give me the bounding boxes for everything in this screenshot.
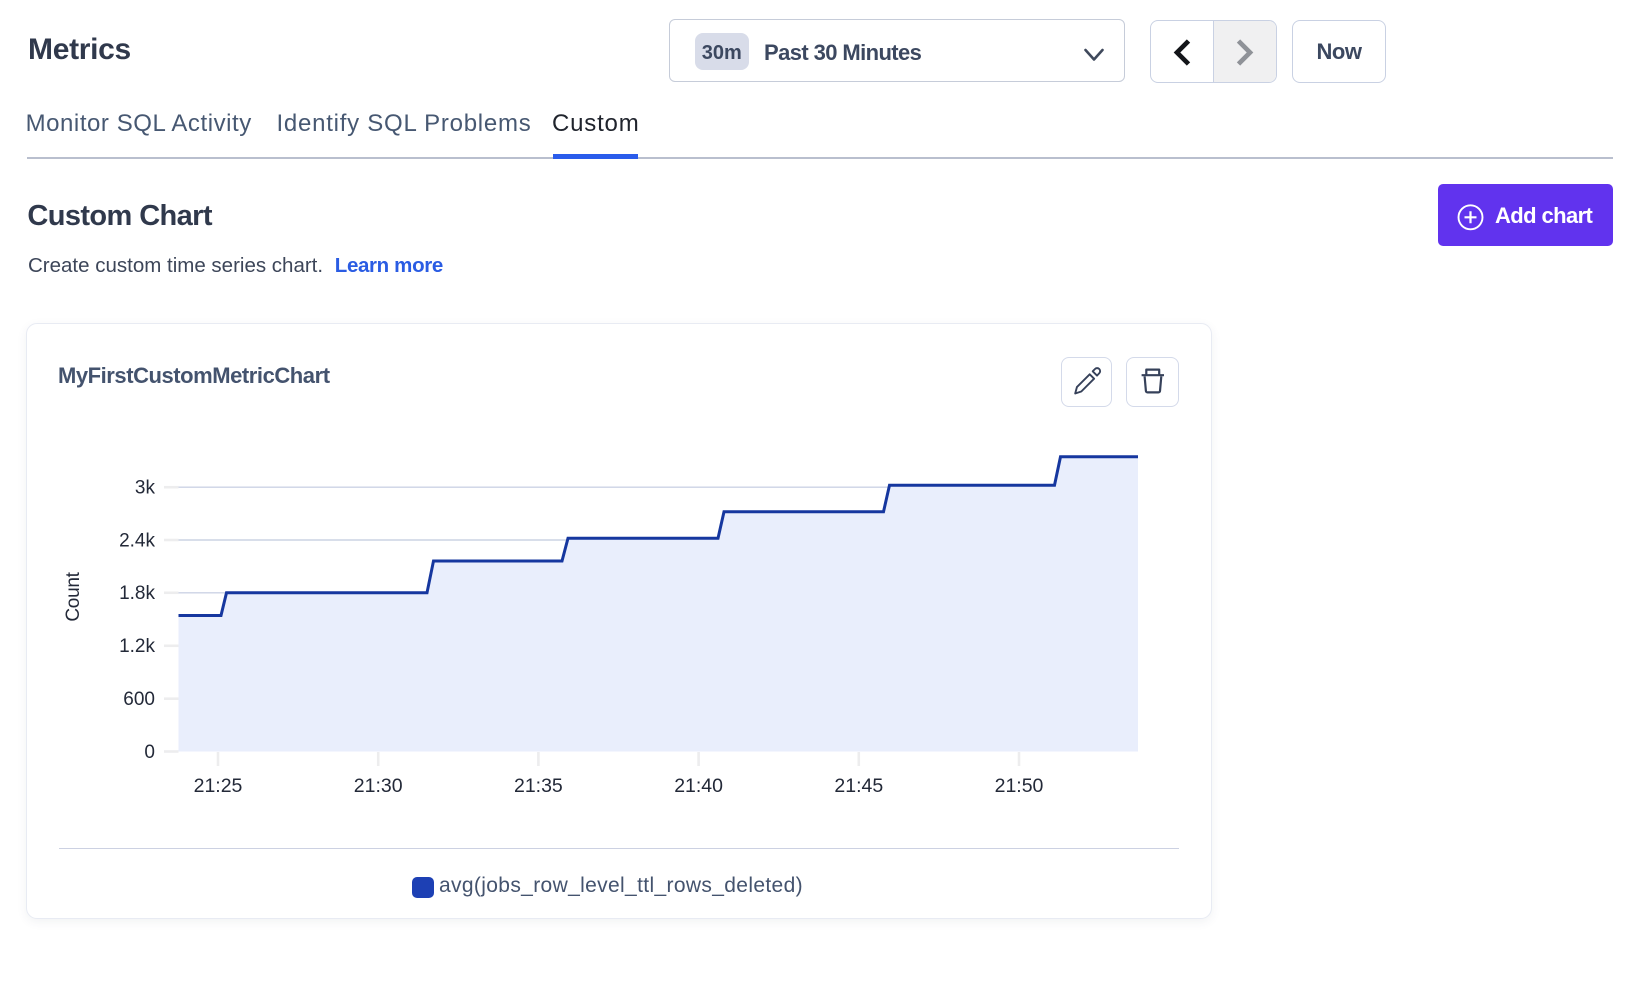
svg-text:21:30: 21:30	[354, 775, 403, 797]
svg-text:1.2k: 1.2k	[119, 636, 155, 657]
svg-text:0: 0	[144, 742, 155, 763]
svg-text:21:25: 21:25	[194, 775, 243, 797]
svg-text:2.4k: 2.4k	[119, 530, 155, 551]
svg-text:Count: Count	[63, 571, 84, 621]
svg-text:1.8k: 1.8k	[119, 583, 155, 604]
svg-text:3k: 3k	[135, 478, 156, 499]
svg-text:21:35: 21:35	[514, 775, 563, 797]
svg-text:21:50: 21:50	[995, 775, 1044, 797]
svg-text:21:40: 21:40	[674, 775, 723, 797]
svg-text:21:45: 21:45	[834, 775, 883, 797]
svg-text:600: 600	[123, 689, 155, 710]
